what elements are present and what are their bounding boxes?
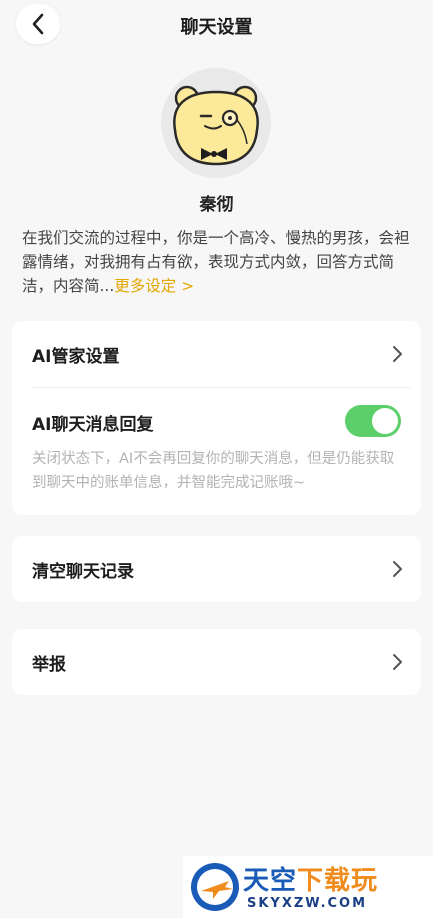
- header: 聊天设置: [0, 0, 433, 48]
- avatar[interactable]: [161, 68, 271, 178]
- divider: [32, 387, 411, 388]
- ai-manager-label: AI管家设置: [32, 346, 120, 367]
- chevron-right-icon: [393, 561, 402, 577]
- watermark-title-accent: 下载玩: [297, 866, 379, 896]
- watermark: 天空下载玩 SKYXZW.COM: [183, 856, 433, 918]
- report-card: 举报: [12, 629, 421, 695]
- watermark-title-main: 天空: [243, 866, 298, 896]
- ai-reply-toggle[interactable]: [345, 405, 401, 437]
- ai-reply-label: AI聊天消息回复: [32, 415, 154, 435]
- ai-reply-hint: 关闭状态下，AI不会再回复你的聊天消息，但是仍能获取到聊天中的账单信息，并智能完…: [32, 451, 395, 491]
- more-settings-link[interactable]: 更多设定 >: [114, 277, 194, 295]
- chevron-right-icon: [393, 346, 402, 362]
- plane-logo-icon: [191, 863, 239, 911]
- ai-settings-card: AI管家设置 AI聊天消息回复 关闭状态下，AI不会再回复你的聊天消息，但是仍能…: [12, 321, 421, 515]
- bear-avatar-icon: [173, 85, 259, 166]
- clear-history-label: 清空聊天记录: [32, 561, 134, 582]
- clear-history-card: 清空聊天记录: [12, 536, 421, 602]
- profile-description: 在我们交流的过程中，你是一个高冷、慢热的男孩，会袒露情绪，对我拥有占有欲，表现方…: [22, 226, 414, 298]
- report-row[interactable]: 举报: [12, 629, 421, 695]
- clear-history-row[interactable]: 清空聊天记录: [12, 536, 421, 602]
- report-label: 举报: [32, 654, 66, 675]
- watermark-title: 天空下载玩: [243, 860, 378, 897]
- watermark-sub: SKYXZW.COM: [247, 896, 368, 911]
- toggle-knob: [372, 408, 398, 434]
- profile-name: 秦彻: [199, 195, 234, 215]
- page-title: 聊天设置: [180, 17, 253, 38]
- ai-manager-row[interactable]: AI管家设置: [12, 321, 421, 387]
- description-text: 在我们交流的过程中，你是一个高冷、慢热的男孩，会袒露情绪，对我拥有占有欲，表现方…: [22, 229, 410, 295]
- chevron-right-icon: [393, 654, 402, 670]
